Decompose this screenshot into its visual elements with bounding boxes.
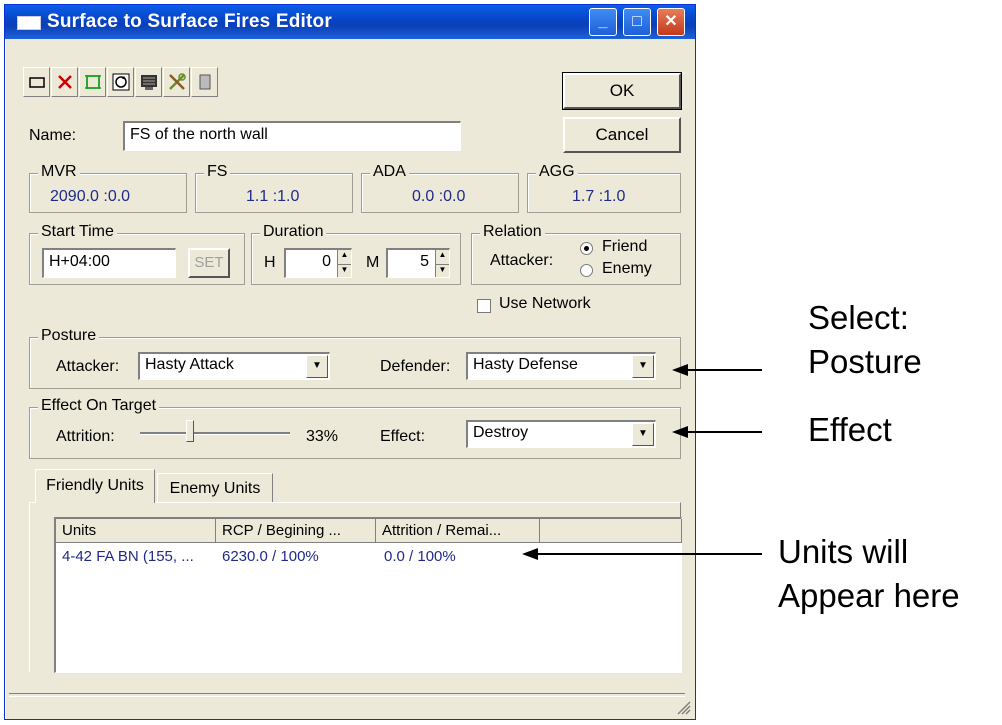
annotation-effect: Effect: [808, 411, 892, 448]
posture-arrow: [672, 364, 762, 376]
units-arrow: [522, 548, 762, 560]
annotation-units: Units will Appear here: [778, 530, 960, 618]
annotation-units-line2: Appear here: [778, 577, 960, 614]
tab-friendly-units[interactable]: Friendly Units: [35, 469, 155, 503]
effect-arrow: [672, 426, 762, 438]
annotation-posture: Select: Posture: [808, 296, 922, 384]
annotation-posture-line2: Posture: [808, 343, 922, 380]
annotation-posture-line1: Select:: [808, 299, 909, 336]
annotation-units-line1: Units will: [778, 533, 909, 570]
